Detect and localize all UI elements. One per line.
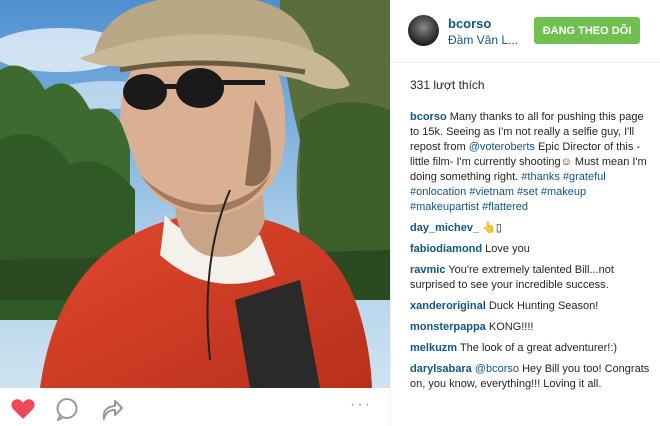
comment-username[interactable]: monsterpappa [410, 321, 486, 333]
comment-item: day_michev_ 👆▯ [410, 221, 650, 236]
mention-link[interactable]: @voteroberts [469, 141, 535, 153]
post-location[interactable]: Đầm Vân L... [448, 33, 518, 47]
hashtag-link[interactable]: #set [517, 186, 538, 198]
comment-text: Love you [485, 243, 530, 255]
comment-item: ravmic You're extremely talented Bill...… [410, 263, 650, 293]
comment-username[interactable]: darylsabara [410, 363, 472, 375]
action-bar [0, 388, 390, 426]
hashtag-link[interactable]: #vietnam [469, 186, 514, 198]
more-options-icon[interactable]: ··· [350, 396, 372, 414]
hashtag-link[interactable]: #makeupartist [410, 201, 479, 213]
comments-list: bcorso Many thanks to all for pushing th… [410, 110, 650, 398]
comment-username[interactable]: xanderoriginal [410, 300, 486, 312]
comment-icon[interactable] [54, 397, 80, 421]
comment-item: monsterpappa KONG!!!! [410, 320, 650, 335]
comment-item: xanderoriginal Duck Hunting Season! [410, 299, 650, 314]
comment-username[interactable]: melkuzm [410, 342, 457, 354]
caption: bcorso Many thanks to all for pushing th… [410, 110, 650, 215]
post-photo[interactable] [0, 0, 390, 388]
heart-icon[interactable] [10, 397, 36, 421]
comment-username[interactable]: day_michev_ [410, 222, 479, 234]
comment-text: 👆▯ [482, 222, 502, 234]
hashtag-link[interactable]: #makeup [541, 186, 586, 198]
hashtag-link[interactable]: #thanks [521, 171, 560, 183]
post-username[interactable]: bcorso [448, 16, 491, 31]
comment-username[interactable]: ravmic [410, 264, 445, 276]
comment-item: darylsabara @bcorso Hey Bill you too! Co… [410, 362, 650, 392]
comment-text: KONG!!!! [488, 321, 534, 333]
mention-link[interactable]: @bcorso [475, 363, 519, 375]
comment-item: melkuzm The look of a great adventurer!:… [410, 341, 650, 356]
hashtag-link[interactable]: #grateful [563, 171, 606, 183]
post-header: bcorso Đầm Vân L... ĐANG THEO DÕI [391, 0, 660, 63]
post-sidebar: bcorso Đầm Vân L... ĐANG THEO DÕI 331 lư… [390, 0, 660, 426]
hashtag-link[interactable]: #flattered [482, 201, 528, 213]
avatar[interactable] [408, 15, 439, 46]
comment-text: Duck Hunting Season! [488, 300, 599, 312]
comment-item: fabiodiamond Love you [410, 242, 650, 257]
following-button[interactable]: ĐANG THEO DÕI [534, 17, 640, 44]
comment-text: The look of a great adventurer!:) [459, 342, 618, 354]
comment-username[interactable]: fabiodiamond [410, 243, 482, 255]
share-icon[interactable] [98, 397, 124, 421]
comment-username[interactable]: bcorso [410, 111, 447, 123]
hashtag-link[interactable]: #onlocation [410, 186, 466, 198]
likes-count[interactable]: 331 lượt thích [410, 78, 485, 92]
